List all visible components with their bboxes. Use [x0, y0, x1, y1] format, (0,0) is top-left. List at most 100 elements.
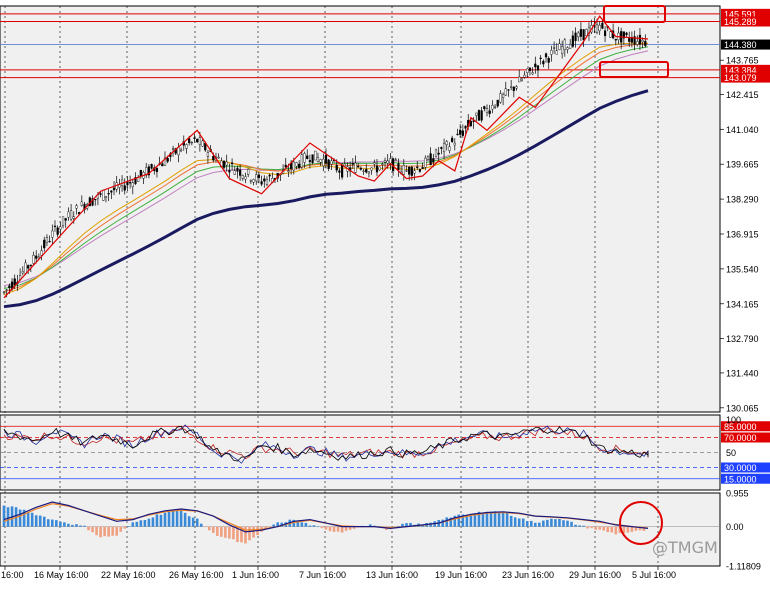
- candle-body: [177, 147, 180, 156]
- macd-bar: [546, 519, 549, 527]
- candle-body: [139, 169, 142, 177]
- candle-body: [193, 137, 196, 139]
- candle-body: [515, 86, 518, 89]
- macd-bar: [30, 512, 34, 527]
- macd-bar: [232, 526, 235, 540]
- macd-bar: [441, 519, 445, 527]
- candle-body: [341, 165, 344, 178]
- price-scale-label: 135.540: [726, 264, 759, 274]
- candle-body: [488, 110, 491, 114]
- macd-bar: [6, 507, 10, 527]
- candle-body: [263, 178, 266, 182]
- macd-bar: [489, 511, 493, 527]
- candle-body: [614, 38, 617, 41]
- macd-bar: [67, 523, 70, 527]
- candle-body: [577, 32, 580, 38]
- candle-body: [418, 169, 422, 172]
- candle-body: [636, 41, 639, 45]
- macd-bar: [224, 526, 227, 538]
- osc-level-tag: 70.0000: [724, 433, 757, 443]
- macd-bar: [521, 518, 525, 527]
- candle-body: [338, 170, 341, 173]
- candle-body: [445, 141, 448, 145]
- macd-scale-label: 0.955: [726, 489, 749, 499]
- osc-level-tag: 15.0000: [724, 474, 757, 484]
- macd-bar: [497, 512, 501, 527]
- candle-body: [442, 143, 446, 152]
- macd-bar: [550, 518, 553, 527]
- macd-bar: [509, 515, 513, 527]
- macd-bar: [51, 519, 54, 527]
- macd-bar: [228, 526, 231, 539]
- candle-body: [456, 133, 459, 136]
- candle-body: [292, 161, 295, 171]
- candle-body: [131, 182, 134, 187]
- candle-body: [585, 29, 588, 37]
- candle-body: [534, 63, 537, 68]
- candle-body: [434, 149, 438, 157]
- candle-body: [536, 65, 540, 71]
- macd-bar: [143, 520, 147, 527]
- macd-bar: [336, 526, 340, 532]
- candle-body: [448, 146, 451, 151]
- macd-bar: [171, 511, 175, 527]
- candle-body: [48, 240, 51, 243]
- candle-body: [239, 169, 242, 176]
- macd-bar: [304, 522, 308, 527]
- candle-body: [558, 43, 561, 50]
- trading-chart: 145.591145.289144.380143.765143.384143.0…: [0, 0, 770, 585]
- candle-body: [308, 160, 311, 163]
- candle-body: [451, 137, 454, 142]
- macd-bar: [582, 525, 585, 527]
- candle-body: [2, 291, 6, 294]
- candle-body: [579, 29, 583, 37]
- price-scale-label: 136.915: [726, 229, 759, 239]
- candle-body: [51, 230, 54, 238]
- macd-bar: [308, 525, 312, 527]
- macd-bar: [586, 526, 589, 529]
- candle-body: [598, 25, 601, 31]
- candle-body: [510, 86, 513, 88]
- candle-body: [542, 60, 545, 65]
- candle-body: [236, 167, 239, 172]
- candle-body: [493, 106, 497, 108]
- price-scale-label: 142.415: [726, 90, 759, 100]
- macd-bar: [517, 518, 521, 527]
- macd-bar: [610, 526, 614, 533]
- macd-bar: [83, 525, 86, 527]
- candle-body: [491, 105, 494, 110]
- macd-bar: [159, 514, 163, 527]
- candle-body: [432, 158, 435, 163]
- candle-body: [171, 148, 175, 150]
- candle-body: [641, 39, 644, 43]
- candle-body: [324, 154, 328, 164]
- candle-body: [569, 44, 572, 49]
- candle-body: [225, 161, 228, 166]
- candle-body: [335, 165, 338, 171]
- x-tick-label: 13 Jun 16:00: [366, 570, 418, 580]
- candle-body: [260, 181, 263, 185]
- x-tick-label: 26 May 16:00: [169, 570, 224, 580]
- candle-body: [72, 216, 75, 219]
- candle-body: [638, 34, 642, 45]
- macd-bar: [63, 522, 66, 527]
- macd-bar: [34, 515, 38, 527]
- macd-bar: [119, 526, 123, 532]
- macd-bar: [513, 517, 517, 527]
- candle-body: [21, 271, 24, 274]
- candle-body: [520, 78, 523, 81]
- macd-bar: [115, 526, 118, 536]
- macd-bar: [606, 526, 610, 533]
- price-scale-label: 139.665: [726, 160, 759, 170]
- candle-body: [300, 154, 303, 168]
- macd-bar: [594, 526, 597, 530]
- candle-body: [483, 106, 486, 110]
- macd-bar: [191, 517, 195, 527]
- x-tick-label: 19 Jun 16:00: [435, 570, 487, 580]
- macd-bar: [167, 512, 171, 527]
- x-tick-label: 16 May 16:00: [34, 570, 89, 580]
- macd-bar: [529, 520, 533, 527]
- macd-bar: [252, 526, 255, 538]
- candle-body: [644, 40, 647, 46]
- candle-body: [373, 162, 376, 165]
